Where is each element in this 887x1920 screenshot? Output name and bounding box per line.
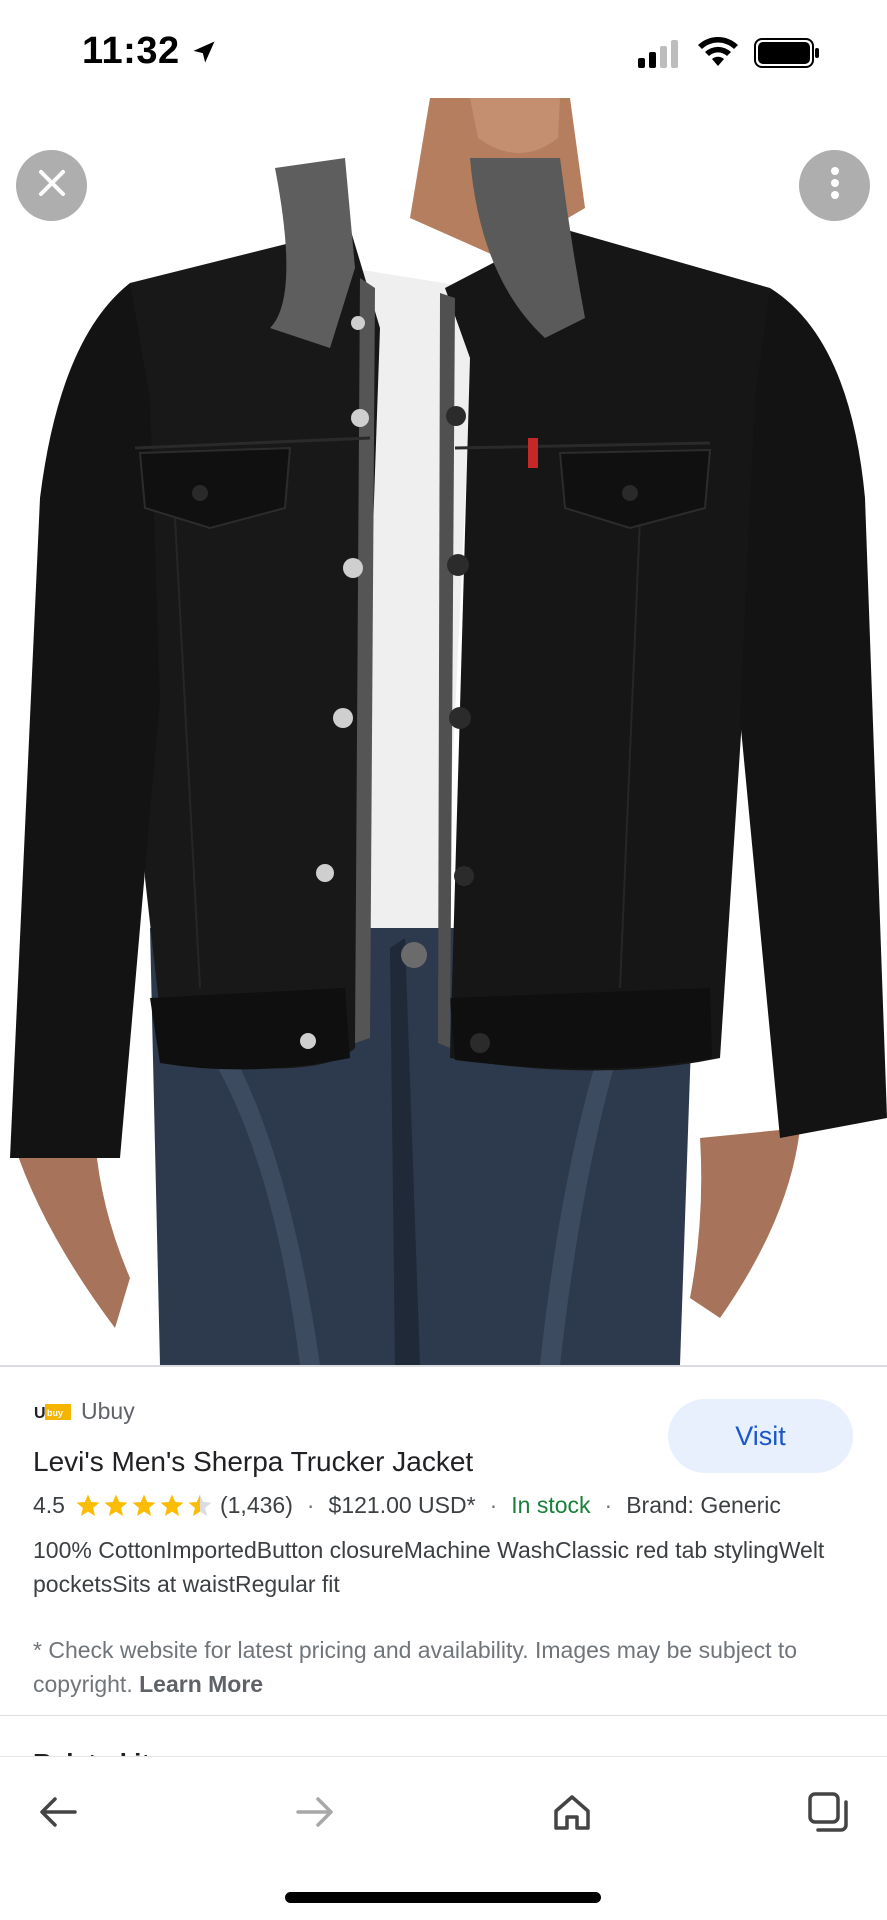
more-options-button[interactable] (799, 150, 870, 221)
ubuy-logo: U buy (33, 1400, 71, 1424)
location-arrow-icon (190, 38, 218, 71)
close-button[interactable] (16, 150, 87, 221)
more-vert-icon (830, 166, 840, 205)
browser-toolbar (0, 1756, 887, 1920)
product-title[interactable]: Levi's Men's Sherpa Trucker Jacket (33, 1446, 473, 1478)
home-indicator[interactable] (285, 1892, 601, 1903)
review-count: (1,436) (219, 1492, 293, 1518)
separator-dot: · (604, 1492, 613, 1518)
disclaimer: * Check website for latest pricing and a… (33, 1633, 833, 1701)
star-icon (132, 1494, 156, 1516)
svg-text:buy: buy (47, 1408, 63, 1418)
price: $121.00 USD* (328, 1492, 476, 1518)
separator-dot: · (489, 1492, 498, 1518)
status-time: 11:32 (82, 30, 180, 72)
home-icon (552, 1792, 592, 1837)
status-bar: 11:32 (0, 0, 887, 98)
product-description: 100% CottonImportedButton closureMachine… (33, 1537, 825, 1597)
visit-button[interactable]: Visit (668, 1399, 853, 1473)
stock-status: In stock (511, 1492, 591, 1518)
source-row[interactable]: U buy Ubuy (33, 1398, 135, 1425)
star-icon (76, 1494, 100, 1516)
close-icon (37, 168, 67, 203)
product-meta: 4.5 (1,436) · $121.00 USD* · In stock · … (33, 1492, 781, 1519)
divider (0, 1365, 887, 1367)
forward-button[interactable] (280, 1779, 350, 1849)
source-name[interactable]: Ubuy (81, 1398, 135, 1425)
related-section-heading: Related items (33, 1748, 202, 1756)
svg-text:U: U (34, 1405, 46, 1422)
learn-more-link[interactable]: Learn More (139, 1671, 263, 1697)
star-icon (104, 1494, 128, 1516)
wifi-icon (697, 34, 739, 73)
rating-stars (75, 1493, 215, 1519)
home-button[interactable] (537, 1779, 607, 1849)
tabs-icon (807, 1791, 849, 1838)
forward-arrow-icon (296, 1795, 334, 1834)
star-icon (160, 1494, 184, 1516)
battery-icon (754, 38, 820, 73)
back-button[interactable] (23, 1779, 93, 1849)
signal-icon (638, 40, 682, 73)
separator-dot: · (306, 1492, 315, 1518)
star-icon (188, 1494, 212, 1516)
rating-value: 4.5 (33, 1492, 65, 1518)
tabs-button[interactable] (793, 1779, 863, 1849)
product-image-viewer[interactable] (0, 98, 887, 1365)
product-image (10, 98, 887, 1365)
back-arrow-icon (39, 1795, 77, 1834)
brand: Brand: Generic (626, 1492, 781, 1518)
divider (0, 1715, 887, 1716)
